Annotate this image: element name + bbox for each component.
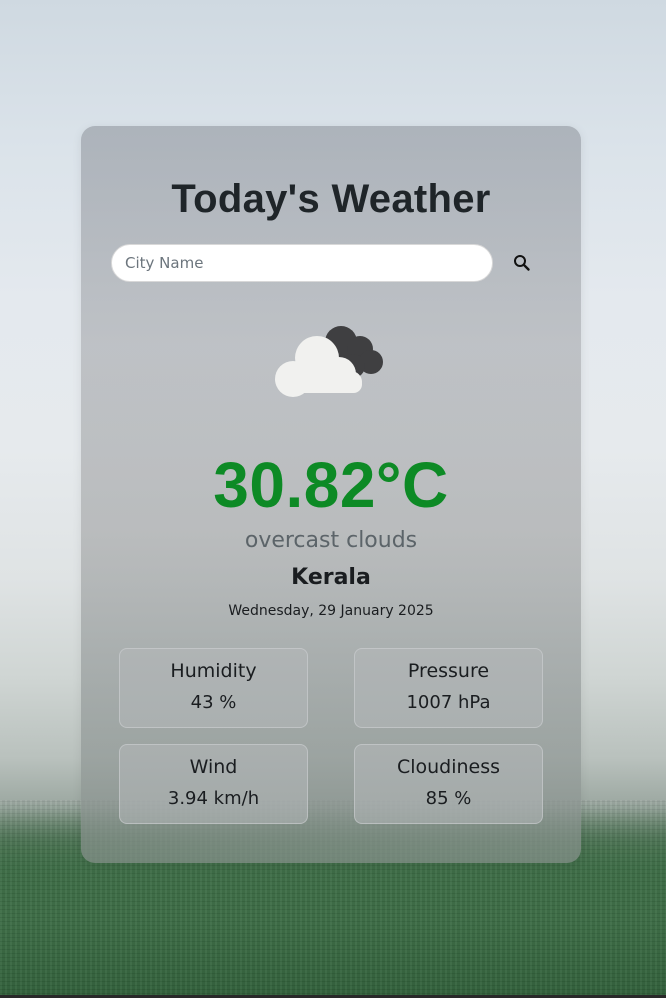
stat-label: Wind: [189, 756, 238, 778]
humidity-card: Humidity 43 %: [119, 648, 308, 728]
weather-card: Today's Weather City Name 30.82°C overca…: [81, 126, 581, 863]
stat-label: Pressure: [407, 660, 490, 682]
pressure-card: Pressure 1007 hPa: [354, 648, 543, 728]
stat-label: Cloudiness: [396, 756, 501, 778]
stat-value: 85 %: [425, 788, 472, 809]
stat-value: 3.94 km/h: [167, 788, 260, 809]
current-date: Wednesday, 29 January 2025: [228, 603, 434, 619]
city-name: Kerala: [291, 565, 371, 590]
cloudiness-card: Cloudiness 85 %: [354, 744, 543, 824]
stat-label: Humidity: [170, 660, 257, 682]
stat-value: 43 %: [190, 692, 237, 713]
city-search-input[interactable]: [111, 244, 493, 282]
stat-value: 1007 hPa: [406, 692, 491, 713]
cloudy-icon: [273, 322, 389, 402]
wind-card: Wind 3.94 km/h: [119, 744, 308, 824]
search-icon: [513, 254, 531, 275]
weather-description: overcast clouds: [244, 528, 418, 553]
search-button[interactable]: [508, 250, 536, 278]
temperature: 30.82°C: [213, 449, 449, 521]
page-title: Today's Weather: [171, 177, 491, 221]
